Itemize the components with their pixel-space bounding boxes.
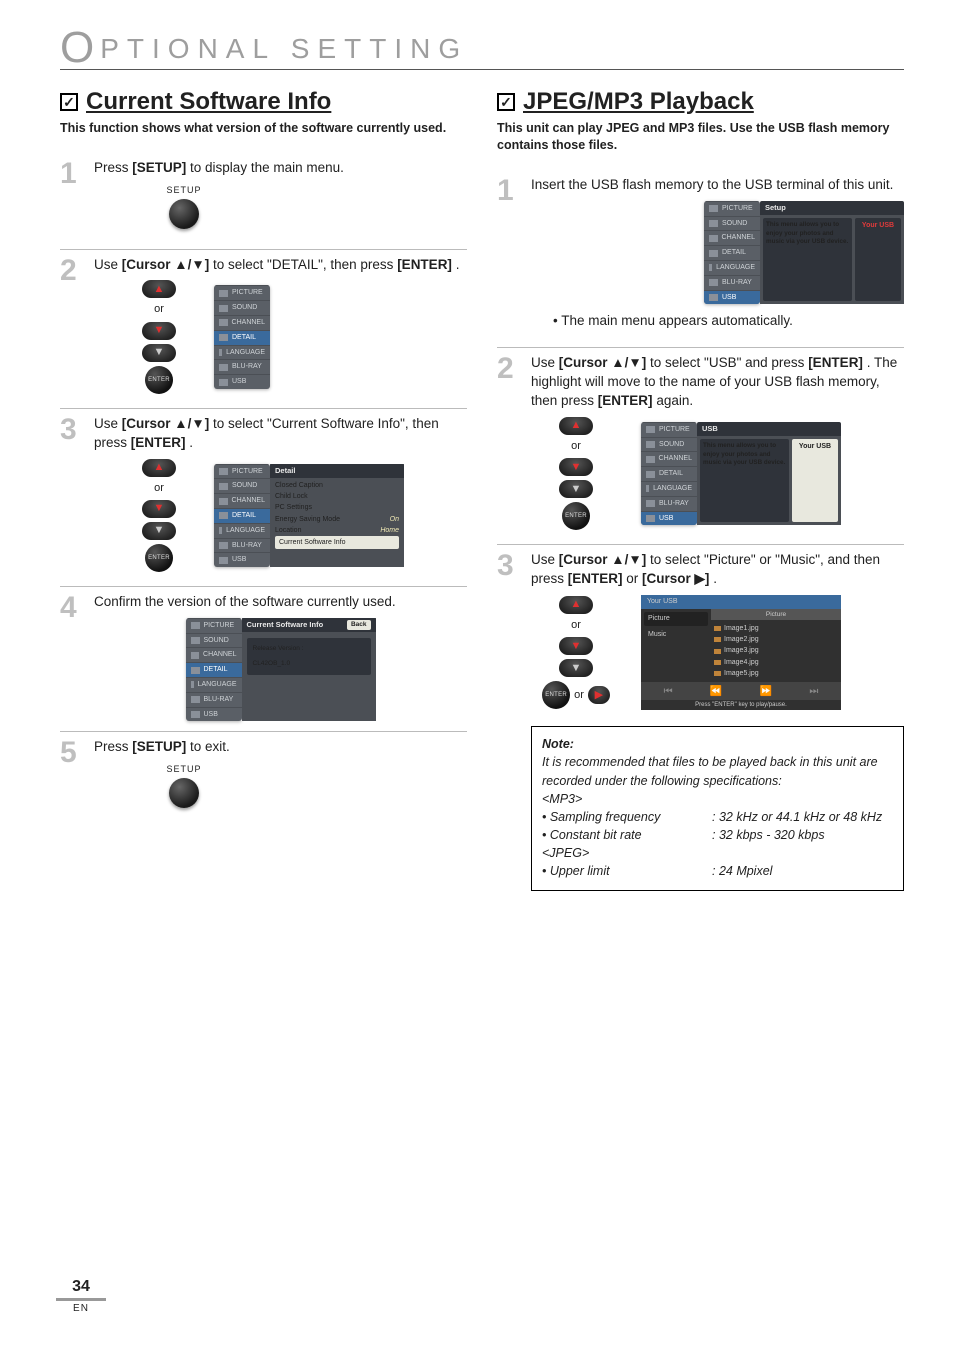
setup-button-icon xyxy=(169,199,199,229)
file-browser-panel: Your USB Picture Music Picture Image1.jp… xyxy=(641,595,841,710)
step-number: 2 xyxy=(60,256,84,398)
step-5-left: 5 Press [SETUP] to exit. SETUP xyxy=(60,731,467,817)
osd-software-info-panel: PICTURE SOUND CHANNEL DETAIL LANGUAGE BL… xyxy=(186,618,376,722)
osd-usb-panel: PICTURE SOUND CHANNEL DETAIL LANGUAGE BL… xyxy=(641,422,841,526)
page-footer: 34 EN xyxy=(56,1278,106,1314)
right-column: ✓ JPEG/MP3 Playback This unit can play J… xyxy=(497,88,904,891)
osd-detail-panel: PICTURE SOUND CHANNEL DETAIL LANGUAGE BL… xyxy=(214,464,404,568)
osd-setup-panel: PICTURE SOUND CHANNEL DETAIL LANGUAGE BL… xyxy=(704,201,904,305)
step-2-right: 2 Use [Cursor ▲/▼] to select "USB" and p… xyxy=(497,347,904,534)
page-number: 34 xyxy=(56,1278,106,1301)
cursor-pad-icon: ▲ or ▼ ▼ ENTER xyxy=(124,459,194,572)
step-3-left: 3 Use [Cursor ▲/▼] to select "Current So… xyxy=(60,408,467,576)
checkbox-icon: ✓ xyxy=(60,93,78,111)
playback-controls-icon: ⏮⏪⏩⏭ xyxy=(641,682,841,700)
step-2-left: 2 Use [Cursor ▲/▼] to select "DETAIL", t… xyxy=(60,249,467,398)
page-lang: EN xyxy=(56,1303,106,1314)
cursor-pad-icon: ▲ or ▼ ▼ ENTER or ▶ xyxy=(541,596,611,709)
osd-menu-list: PICTURE SOUND CHANNEL DETAIL LANGUAGE BL… xyxy=(214,285,270,389)
setup-button-label: SETUP xyxy=(144,184,224,197)
left-column: ✓ Current Software Info This function sh… xyxy=(60,88,467,891)
section-title-left: Current Software Info xyxy=(86,88,331,116)
step-1-left: 1 Press [SETUP] to display the main menu… xyxy=(60,159,467,238)
enter-button-icon: ENTER xyxy=(145,366,173,394)
bullet-note: • The main menu appears automatically. xyxy=(553,312,904,331)
note-box: Note: It is recommended that files to be… xyxy=(531,726,904,891)
step-3-right: 3 Use [Cursor ▲/▼] to select "Picture" o… xyxy=(497,544,904,891)
setup-button-icon xyxy=(169,778,199,808)
cursor-pad-icon: ▲ or ▼ ▼ ENTER xyxy=(541,417,611,530)
section-subtitle-left: This function shows what version of the … xyxy=(60,120,467,137)
checkbox-icon: ✓ xyxy=(497,93,515,111)
step-number: 3 xyxy=(60,415,84,576)
step-number: 1 xyxy=(60,159,84,238)
title-initial: O xyxy=(60,30,102,65)
cursor-pad-icon: ▲ or ▼ ▼ ENTER xyxy=(124,280,194,393)
step-4-left: 4 Confirm the version of the software cu… xyxy=(60,586,467,721)
step-number: 5 xyxy=(60,738,84,817)
page-title: O PTIONAL SETTING xyxy=(60,30,904,70)
title-rest: PTIONAL SETTING xyxy=(100,33,468,65)
step-1-right: 1 Insert the USB flash memory to the USB… xyxy=(497,176,904,337)
step-number: 4 xyxy=(60,593,84,721)
section-subtitle-right: This unit can play JPEG and MP3 files. U… xyxy=(497,120,904,154)
section-title-right: JPEG/MP3 Playback xyxy=(523,88,754,116)
